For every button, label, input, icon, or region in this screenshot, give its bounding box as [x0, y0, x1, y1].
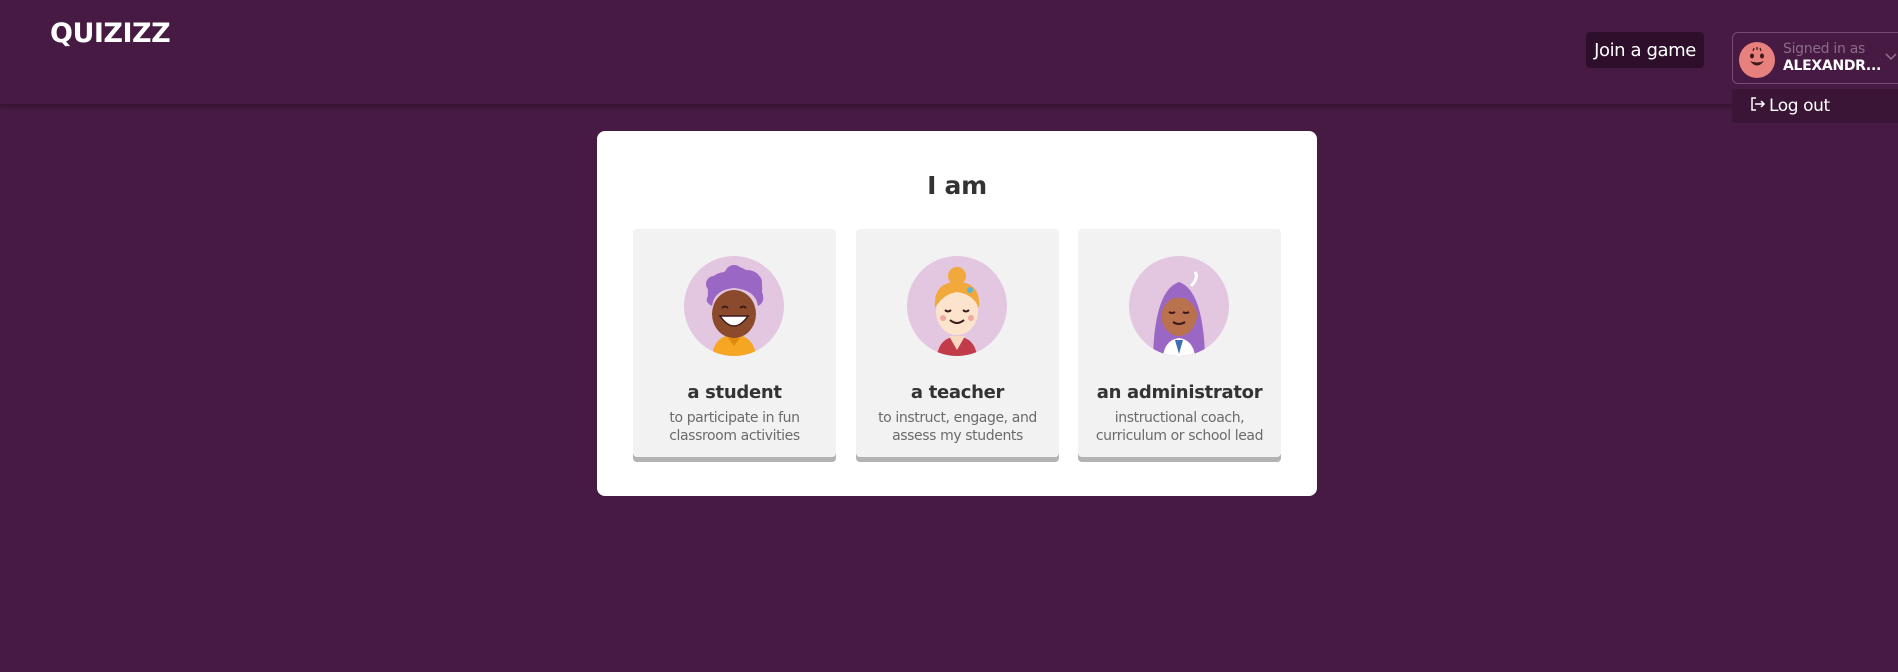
role-option-student[interactable]: a student to participate in fun classroo…: [633, 229, 836, 462]
top-header: QUIZIZZ Join a game Signed in as ALEXAND…: [0, 0, 1898, 123]
user-name: ALEXANDR...: [1783, 58, 1881, 74]
user-avatar-icon: [1739, 42, 1775, 78]
logout-icon: [1750, 96, 1769, 116]
role-description: instructional coach, curriculum or schoo…: [1095, 410, 1264, 444]
chevron-down-icon: [1884, 49, 1898, 67]
page-title: I am: [927, 171, 987, 200]
role-title: an administrator: [1096, 382, 1263, 403]
administrator-avatar-icon: [1129, 256, 1229, 356]
logout-menu-item[interactable]: Log out: [1732, 89, 1898, 123]
quizizz-logo-icon: QUIZIZZ: [50, 18, 170, 49]
role-description: to instruct, engage, and assess my stude…: [878, 410, 1037, 444]
role-selection-card: I am a student to participate in fun cla…: [597, 131, 1317, 496]
role-title: a teacher: [910, 382, 1005, 403]
logout-label: Log out: [1769, 96, 1830, 116]
signed-in-label: Signed in as: [1783, 41, 1865, 57]
role-option-teacher[interactable]: a teacher to instruct, engage, and asses…: [856, 229, 1059, 462]
role-title: a student: [687, 382, 782, 403]
role-option-administrator[interactable]: an administrator instructional coach, cu…: [1078, 229, 1281, 462]
join-game-button[interactable]: Join a game: [1586, 32, 1704, 68]
svg-text:QUIZIZZ: QUIZIZZ: [50, 18, 170, 49]
role-description: to participate in fun classroom activiti…: [669, 410, 800, 444]
teacher-avatar-icon: [907, 256, 1007, 356]
student-avatar-icon: [684, 256, 784, 356]
quizizz-logo[interactable]: QUIZIZZ: [50, 12, 170, 52]
user-menu-toggle[interactable]: Signed in as ALEXANDR...: [1732, 32, 1898, 84]
